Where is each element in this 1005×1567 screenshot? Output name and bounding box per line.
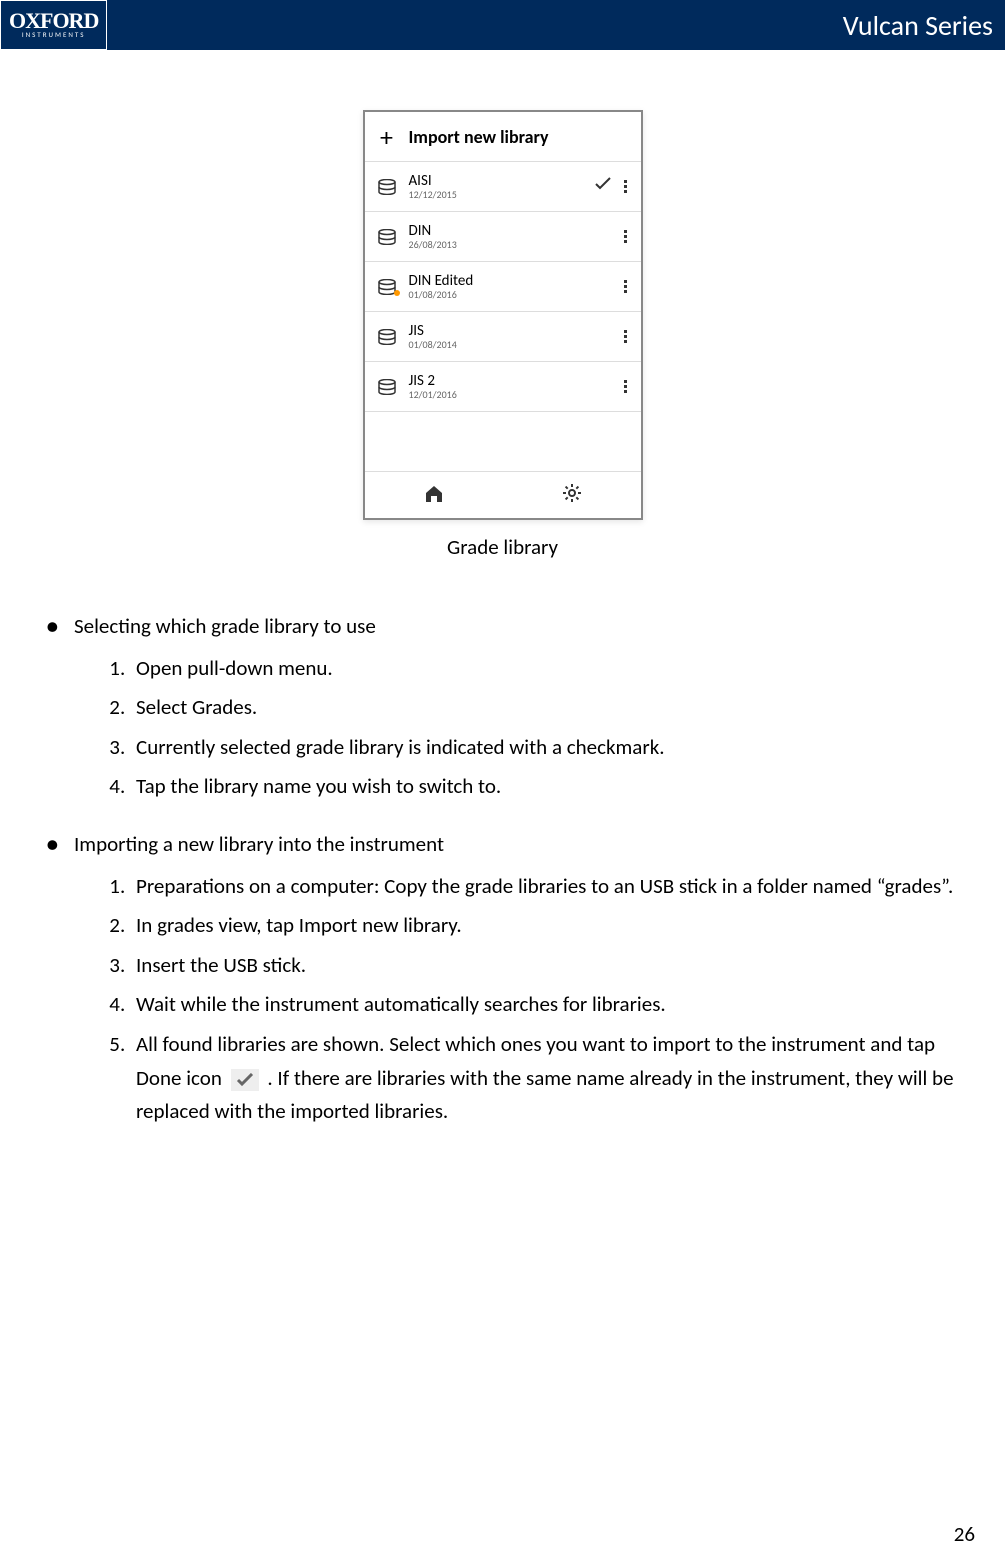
page-header: OXFORD INSTRUMENTS Vulcan Series xyxy=(0,0,1005,50)
step-item: Wait while the instrument automatically … xyxy=(130,988,955,1022)
plus-icon: + xyxy=(375,121,399,153)
figure-grade-library: + Import new library AISI 12/12/2015 xyxy=(40,110,965,560)
blank-area xyxy=(365,412,641,472)
import-new-library-row[interactable]: + Import new library xyxy=(365,112,641,162)
library-name: DIN xyxy=(409,223,591,240)
library-stack-icon xyxy=(375,379,399,395)
step-item: Open pull-down menu. xyxy=(130,652,955,686)
figure-caption: Grade library xyxy=(447,534,558,560)
step-item: Insert the USB stick. xyxy=(130,949,955,983)
bullet-icon: ● xyxy=(40,828,74,862)
device-screenshot: + Import new library AISI 12/12/2015 xyxy=(363,110,643,520)
library-stack-icon xyxy=(375,229,399,245)
library-row[interactable]: AISI 12/12/2015 xyxy=(365,162,641,212)
screenshot-footer-nav xyxy=(365,472,641,518)
header-title: Vulcan Series xyxy=(843,8,993,43)
section-title: Importing a new library into the instrum… xyxy=(74,828,955,862)
library-name: AISI xyxy=(409,173,591,190)
library-stack-icon xyxy=(375,179,399,195)
step5-part-b: . If there are libraries with the same n… xyxy=(136,1065,954,1125)
logo-sub-text: INSTRUMENTS xyxy=(9,30,98,39)
logo-main-text: OXFORD xyxy=(9,11,98,31)
page-number: 26 xyxy=(954,1521,975,1547)
section-selecting: ● Selecting which grade library to use O… xyxy=(40,610,955,804)
step-item: Preparations on a computer: Copy the gra… xyxy=(130,870,955,904)
library-stack-icon xyxy=(375,329,399,345)
library-date: 01/08/2016 xyxy=(409,289,591,300)
library-date: 12/01/2016 xyxy=(409,389,591,400)
more-icon[interactable] xyxy=(615,330,631,343)
body-content: ● Selecting which grade library to use O… xyxy=(40,610,965,1129)
step-item-with-icon: All found libraries are shown. Select wh… xyxy=(130,1028,955,1129)
library-date: 01/08/2014 xyxy=(409,339,591,350)
library-date: 12/12/2015 xyxy=(409,189,591,200)
gear-icon[interactable] xyxy=(561,482,583,509)
home-icon[interactable] xyxy=(423,482,445,509)
section-importing: ● Importing a new library into the instr… xyxy=(40,828,955,1129)
library-date: 26/08/2013 xyxy=(409,239,591,250)
library-name: JIS 2 xyxy=(409,373,591,390)
checkmark-icon xyxy=(591,177,615,196)
more-icon[interactable] xyxy=(615,280,631,293)
step-item: Select Grades. xyxy=(130,691,955,725)
more-icon[interactable] xyxy=(615,180,631,193)
library-name: DIN Edited xyxy=(409,273,591,290)
bullet-icon: ● xyxy=(40,610,74,644)
step-item: In grades view, tap Import new library. xyxy=(130,909,955,943)
more-icon[interactable] xyxy=(615,380,631,393)
library-row[interactable]: DIN 26/08/2013 xyxy=(365,212,641,262)
library-row[interactable]: JIS 01/08/2014 xyxy=(365,312,641,362)
oxford-logo: OXFORD INSTRUMENTS xyxy=(0,0,107,50)
step-item: Currently selected grade library is indi… xyxy=(130,731,955,765)
library-row[interactable]: DIN Edited 01/08/2016 xyxy=(365,262,641,312)
library-name: JIS xyxy=(409,323,591,340)
library-stack-icon-edited xyxy=(375,279,399,295)
more-icon[interactable] xyxy=(615,230,631,243)
library-row[interactable]: JIS 2 12/01/2016 xyxy=(365,362,641,412)
import-label: Import new library xyxy=(409,126,549,148)
done-check-icon xyxy=(231,1069,259,1091)
step-item: Tap the library name you wish to switch … xyxy=(130,770,955,804)
section-title: Selecting which grade library to use xyxy=(74,610,955,644)
